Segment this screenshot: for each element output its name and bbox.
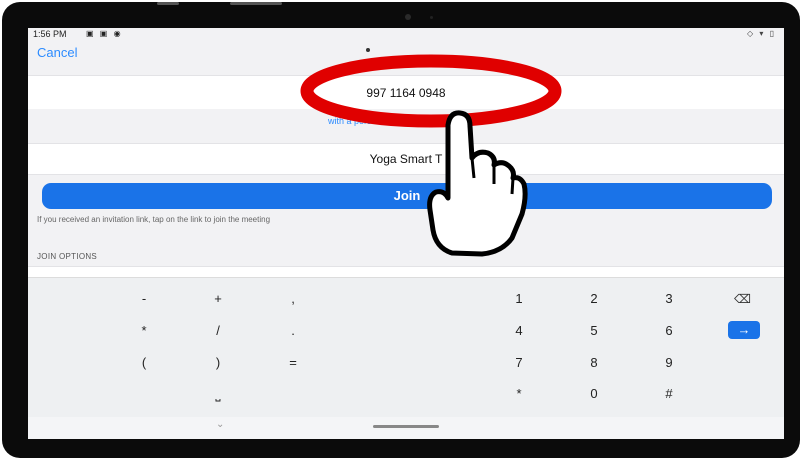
highlight-ellipse <box>300 54 562 128</box>
tutorial-annotation <box>300 54 562 257</box>
pointing-hand-icon <box>427 110 528 257</box>
